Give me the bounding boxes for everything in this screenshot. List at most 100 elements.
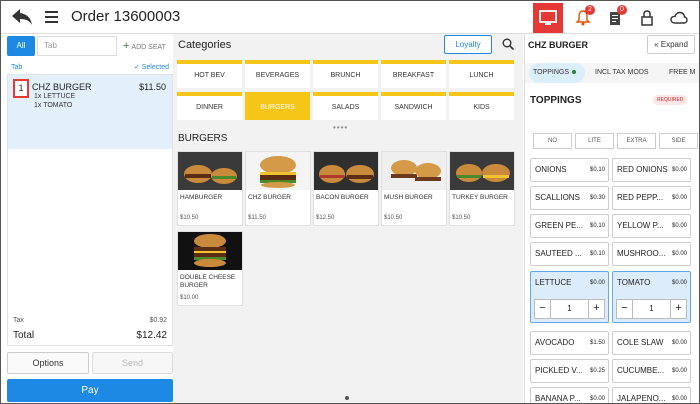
product-card[interactable]: HAMBURGER $10.50: [177, 151, 243, 226]
plus-button[interactable]: +: [588, 300, 604, 318]
category-beverages[interactable]: BEVERAGES: [245, 60, 310, 88]
topping-name: PICKLED V...: [535, 366, 583, 375]
orders-button[interactable]: 0: [599, 2, 631, 34]
topping-button[interactable]: BANANA P... $0.00: [530, 387, 609, 403]
topping-name: LETTUCE: [535, 278, 572, 287]
category-breakfast[interactable]: BREAKFAST: [381, 60, 446, 88]
minus-button[interactable]: −: [535, 300, 551, 318]
category-burgers[interactable]: BURGERS: [245, 92, 310, 120]
selected-label: Selected: [141, 64, 169, 71]
tab-row: All Tab + ADD SEAT: [5, 36, 173, 56]
quantity-stepper: − 1 +: [534, 299, 605, 319]
add-seat-button[interactable]: + ADD SEAT: [123, 40, 166, 52]
display-button[interactable]: [533, 2, 563, 33]
tab-incl-tax-mods[interactable]: INCL TAX MODS: [591, 63, 653, 83]
tax-value: $0.92: [149, 317, 167, 324]
tab-toppings[interactable]: TOPPINGS: [529, 63, 585, 83]
hamburger-menu-icon[interactable]: [45, 11, 58, 23]
order-panel: All Tab + ADD SEAT Tab ✓ Selected 1 CHZ B…: [5, 34, 173, 403]
topping-price: $0.00: [671, 280, 687, 286]
plus-button[interactable]: +: [670, 300, 686, 318]
topping-name: AVOCADO: [535, 338, 575, 347]
send-button[interactable]: Send: [92, 352, 173, 374]
topping-button[interactable]: GREEN PE... $0.10: [530, 214, 609, 238]
option-no[interactable]: NO: [533, 133, 572, 149]
product-card[interactable]: TURKEY BURGER $10.50: [449, 151, 515, 226]
order-item[interactable]: 1 CHZ BURGER $11.50 1x LETTUCE 1x TOMATO: [8, 75, 172, 149]
topping-button[interactable]: RED ONIONS $0.00: [612, 158, 691, 182]
notifications-button[interactable]: 2: [567, 2, 599, 34]
category-salads[interactable]: SALADS: [313, 92, 378, 120]
tab-name-input[interactable]: Tab: [37, 36, 117, 56]
topping-button[interactable]: PICKLED V... $0.25: [530, 359, 609, 383]
topping-price: $0.00: [671, 167, 687, 173]
category-dinner[interactable]: DINNER: [177, 92, 242, 120]
topping-button[interactable]: JALAPENO... $0.00: [612, 387, 691, 403]
lock-button[interactable]: [631, 2, 663, 34]
total-value: $12.42: [136, 330, 167, 341]
product-card[interactable]: CHZ BURGER $11.50: [245, 151, 311, 226]
topping-name: SAUTEED ...: [535, 249, 582, 258]
category-kids[interactable]: KIDS: [449, 92, 514, 120]
product-card[interactable]: DOUBLE CHEESE BURGER $10.00: [177, 231, 243, 306]
topping-button-selected[interactable]: TOMATO $0.00 − 1 +: [612, 271, 691, 323]
tab-all[interactable]: All: [7, 36, 35, 56]
topping-price: $0.00: [589, 396, 605, 402]
topping-name: TOMATO: [617, 278, 651, 287]
product-price: $10.50: [180, 215, 199, 221]
product-name: TURKEY BURGER: [452, 194, 508, 201]
topping-name: YELLOW P...: [617, 221, 664, 230]
order-title: Order 13600003: [71, 8, 181, 25]
topping-button[interactable]: AVOCADO $1.50: [530, 331, 609, 355]
top-bar: Order 13600003 2 0: [1, 1, 699, 34]
search-icon[interactable]: [502, 38, 514, 50]
notification-badge: 2: [585, 4, 595, 15]
product-name: MUSH BURGER: [384, 194, 433, 201]
order-item-modifier: 1x LETTUCE: [34, 93, 76, 100]
topping-button[interactable]: CUCUMBE... $0.00: [612, 359, 691, 383]
topping-button[interactable]: SCALLIONS $0.30: [530, 186, 609, 210]
topping-price: $0.10: [589, 251, 605, 257]
topping-price: $0.00: [671, 195, 687, 201]
category-hot-bev[interactable]: HOT BEV: [177, 60, 242, 88]
cloud-button[interactable]: [663, 2, 695, 34]
topping-name: BANANA P...: [535, 394, 581, 403]
monitor-icon: [539, 9, 557, 25]
topping-button[interactable]: RED PEPP... $0.00: [612, 186, 691, 210]
tab-free-mods[interactable]: FREE M: [665, 63, 699, 83]
option-side[interactable]: SIDE: [659, 133, 698, 149]
category-lunch[interactable]: LUNCH: [449, 60, 514, 88]
topping-button[interactable]: ONIONS $0.10: [530, 158, 609, 182]
checkmark-icon: ✓: [133, 64, 142, 71]
topping-name: SCALLIONS: [535, 193, 580, 202]
burger-image: [178, 232, 242, 270]
topping-name: COLE SLAW: [617, 338, 664, 347]
product-card[interactable]: BACON BURGER $12.50: [313, 151, 379, 226]
lock-icon: [641, 9, 653, 26]
pay-button[interactable]: Pay: [7, 379, 173, 402]
quantity-stepper: − 1 +: [616, 299, 687, 319]
product-card[interactable]: MUSH BURGER $10.50: [381, 151, 447, 226]
topping-button[interactable]: SAUTEED ... $0.10: [530, 242, 609, 266]
modifier-options: NO LITE EXTRA SIDE: [528, 133, 699, 149]
total-label: Total: [13, 330, 35, 341]
page-indicator-dot: [345, 396, 349, 400]
topping-button[interactable]: MUSHROO... $0.00: [612, 242, 691, 266]
option-lite[interactable]: LITE: [575, 133, 614, 149]
category-sandwich[interactable]: SANDWICH: [381, 92, 446, 120]
options-button[interactable]: Options: [7, 352, 89, 374]
option-extra[interactable]: EXTRA: [617, 133, 656, 149]
topping-button[interactable]: YELLOW P... $0.00: [612, 214, 691, 238]
topping-button[interactable]: COLE SLAW $0.00: [612, 331, 691, 355]
loyalty-button[interactable]: Loyalty: [444, 35, 492, 54]
expand-button[interactable]: « Expand: [647, 35, 695, 54]
topping-button-selected[interactable]: LETTUCE $0.00 − 1 +: [530, 271, 609, 323]
minus-button[interactable]: −: [617, 300, 633, 318]
section-title: BURGERS: [178, 133, 228, 144]
add-seat-label: ADD SEAT: [131, 44, 166, 51]
item-title: CHZ BURGER: [528, 40, 588, 50]
back-arrow-icon[interactable]: [10, 7, 34, 27]
order-item-qty[interactable]: 1: [13, 79, 29, 98]
category-brunch[interactable]: BRUNCH: [313, 60, 378, 88]
modifiers-panel: CHZ BURGER « Expand TOPPINGS INCL TAX MO…: [524, 34, 699, 403]
